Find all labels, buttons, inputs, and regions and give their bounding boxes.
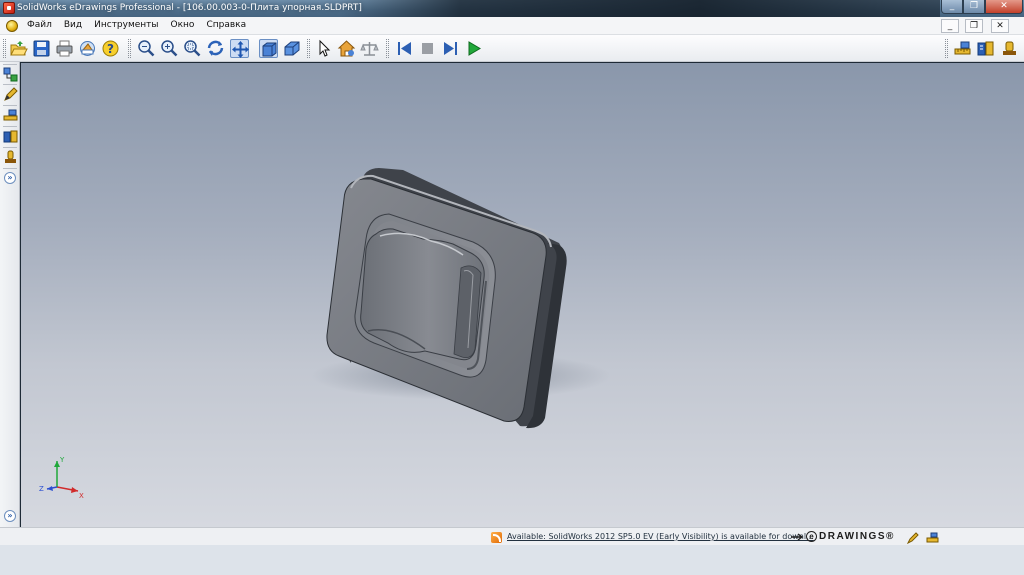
minimize-button[interactable]: _ — [941, 0, 963, 14]
document-icon[interactable] — [6, 20, 18, 32]
status-bar: Available: SolidWorks 2012 SP5.0 EV (Ear… — [0, 527, 1024, 545]
menu-view[interactable]: Вид — [64, 20, 82, 30]
home-view-icon[interactable] — [337, 39, 356, 58]
stamp-icon[interactable] — [3, 150, 18, 165]
step-forward-icon[interactable] — [441, 39, 460, 58]
edrawings-logo: e DRAWINGS® — [806, 531, 895, 542]
svg-text:?: ? — [107, 42, 114, 56]
expand-chevron-icon[interactable]: » — [4, 172, 16, 184]
menu-file[interactable]: Файл — [27, 20, 52, 30]
edrawings-window: SolidWorks eDrawings Professional - [106… — [0, 0, 1024, 575]
rss-feed-icon[interactable] — [491, 532, 502, 543]
zoom-in-out-icon[interactable] — [160, 39, 179, 58]
window-controls: _ ❐ ✕ — [941, 0, 1023, 14]
doc-minimize-button[interactable]: _ — [941, 19, 959, 33]
menu-tools[interactable]: Инструменты — [94, 20, 158, 30]
menu-window[interactable]: Окно — [171, 20, 195, 30]
taskbar-strip — [0, 545, 1024, 575]
stamp-icon[interactable] — [976, 39, 995, 58]
title-bar: SolidWorks eDrawings Professional - [106… — [0, 0, 1024, 17]
open-icon[interactable] — [9, 39, 28, 58]
toolbar-grip[interactable] — [307, 39, 310, 58]
move-component-icon[interactable] — [1000, 39, 1019, 58]
toolbar-grip[interactable] — [386, 39, 389, 58]
menu-help[interactable]: Справка — [206, 20, 246, 30]
toolbar-grip[interactable] — [945, 39, 948, 58]
markup-pen-icon[interactable] — [3, 87, 18, 102]
zoom-to-area-icon[interactable] — [183, 39, 202, 58]
left-toolbar: » » — [0, 62, 20, 527]
section-view-icon[interactable] — [3, 129, 18, 144]
arrow-right-icon[interactable] — [790, 532, 805, 542]
measure-icon[interactable] — [926, 531, 939, 544]
axis-triad-icon: Y Z X — [39, 456, 84, 500]
menu-bar: Файл Вид Инструменты Окно Справка _ ❐ ✕ — [0, 17, 1024, 35]
toolbar-grip[interactable] — [128, 39, 131, 58]
rewind-icon[interactable] — [395, 39, 414, 58]
expand-chevron-icon[interactable]: » — [4, 510, 16, 522]
stop-icon[interactable] — [418, 39, 437, 58]
measure-balance-icon[interactable] — [360, 39, 379, 58]
app-logo-icon[interactable] — [3, 2, 15, 14]
rotate-icon[interactable] — [206, 39, 225, 58]
close-button[interactable]: ✕ — [985, 0, 1023, 14]
select-icon[interactable] — [314, 39, 333, 58]
doc-restore-button[interactable]: ❐ — [965, 19, 983, 33]
toolbar-grip[interactable] — [3, 39, 6, 58]
svg-text:Z: Z — [39, 485, 44, 493]
restore-button[interactable]: ❐ — [963, 0, 985, 14]
update-notification-link[interactable]: Available: SolidWorks 2012 SP5.0 EV (Ear… — [507, 532, 814, 541]
shaded-icon[interactable] — [259, 39, 278, 58]
part-model[interactable] — [21, 63, 1024, 527]
perspective-icon[interactable] — [282, 39, 301, 58]
pan-icon[interactable] — [230, 39, 249, 58]
svg-text:Y: Y — [59, 456, 65, 464]
3d-viewport[interactable]: Y Z X — [21, 63, 1024, 527]
window-title: SolidWorks eDrawings Professional - [106… — [17, 3, 362, 13]
component-tree-icon[interactable] — [3, 67, 18, 82]
help-icon[interactable]: ? — [101, 39, 120, 58]
main-toolbar: ? — [0, 35, 1024, 62]
svg-text:X: X — [79, 492, 84, 500]
send-icon[interactable] — [78, 39, 97, 58]
play-icon[interactable] — [465, 39, 484, 58]
save-icon[interactable] — [32, 39, 51, 58]
markup-pen-icon[interactable] — [907, 531, 920, 544]
markup-measure-icon[interactable] — [953, 39, 972, 58]
doc-close-button[interactable]: ✕ — [991, 19, 1009, 33]
zoom-to-fit-icon[interactable] — [137, 39, 156, 58]
print-icon[interactable] — [55, 39, 74, 58]
measure-icon[interactable] — [3, 108, 18, 123]
